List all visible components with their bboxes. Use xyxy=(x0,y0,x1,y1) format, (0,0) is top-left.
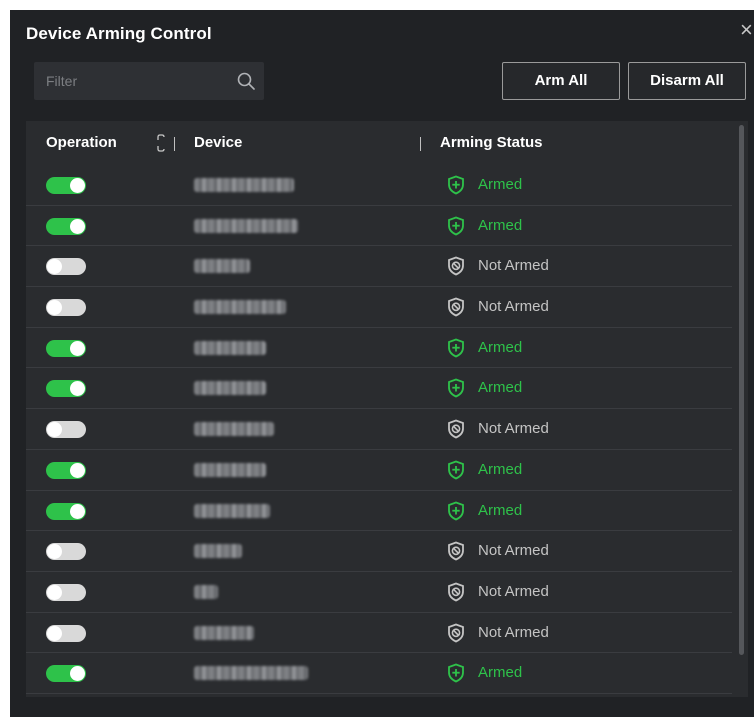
arming-toggle[interactable] xyxy=(46,339,86,357)
arming-status-text: Armed xyxy=(478,338,523,356)
arming-toggle[interactable] xyxy=(46,461,86,479)
column-separator[interactable] xyxy=(174,137,175,151)
toggle-knob xyxy=(70,666,85,682)
arming-toggle[interactable] xyxy=(46,299,86,317)
search-icon[interactable] xyxy=(236,71,256,91)
device-name-redacted xyxy=(194,381,266,396)
shield-plus-icon xyxy=(448,175,464,195)
shield-plus-icon xyxy=(448,663,464,683)
arming-toggle[interactable] xyxy=(46,258,86,276)
device-name-redacted xyxy=(194,625,254,640)
arming-toggle[interactable] xyxy=(46,502,86,520)
device-arming-control-dialog: Device Arming Control × Arm All Disarm A… xyxy=(10,10,754,717)
toggle-knob xyxy=(70,503,85,519)
shield-disabled-icon xyxy=(448,256,464,276)
table-row: Armed xyxy=(26,450,732,491)
shield-plus-icon xyxy=(448,501,464,520)
shield-disabled-icon xyxy=(448,623,464,643)
arming-status-text: Armed xyxy=(478,379,523,397)
table-row: Armed xyxy=(26,368,732,410)
arming-toggle[interactable] xyxy=(46,217,86,235)
toggle-knob xyxy=(70,381,85,397)
arming-toggle[interactable] xyxy=(46,380,86,398)
table-row: Armed xyxy=(26,653,732,694)
disarm-all-button[interactable]: Disarm All xyxy=(628,62,746,100)
column-separator[interactable] xyxy=(420,137,421,151)
table-row: Armed xyxy=(26,206,732,247)
column-header-device[interactable]: Device xyxy=(194,121,242,165)
table-header: Operation Device Arming Status xyxy=(26,121,732,165)
device-name-redacted xyxy=(194,544,242,559)
table-row: Not Armed xyxy=(26,287,732,328)
arming-status-text: Armed xyxy=(478,460,523,478)
column-header-operation[interactable]: Operation xyxy=(46,121,117,165)
arming-status-text: Armed xyxy=(478,664,523,682)
arming-toggle[interactable] xyxy=(46,665,86,683)
toggle-knob xyxy=(70,462,85,478)
toggle-knob xyxy=(47,422,62,438)
arming-toggle[interactable] xyxy=(46,177,86,194)
vertical-scrollbar[interactable] xyxy=(739,125,744,655)
table-row: Not Armed xyxy=(26,613,732,654)
shield-plus-icon xyxy=(448,378,464,398)
shield-disabled-icon xyxy=(448,419,464,439)
table-row: Not Armed xyxy=(26,572,732,613)
table-row: Armed xyxy=(26,491,732,532)
arming-status-text: Not Armed xyxy=(478,582,549,600)
shield-disabled-icon xyxy=(448,297,464,317)
toggle-knob xyxy=(47,544,62,560)
arming-toggle[interactable] xyxy=(46,543,86,561)
toggle-knob xyxy=(47,584,62,600)
table-row: Not Armed xyxy=(26,409,732,450)
table-row: Armed xyxy=(26,328,732,369)
toggle-knob xyxy=(70,178,85,193)
toggle-knob xyxy=(47,300,62,316)
table-row: Not Armed xyxy=(26,531,732,572)
sort-icon[interactable] xyxy=(156,133,166,153)
arming-toggle[interactable] xyxy=(46,421,86,439)
device-name-redacted xyxy=(194,218,298,233)
shield-disabled-icon xyxy=(448,582,464,602)
close-icon[interactable]: × xyxy=(740,18,754,42)
arming-status-text: Armed xyxy=(478,501,523,519)
device-name-redacted xyxy=(194,259,250,274)
arming-status-text: Not Armed xyxy=(478,623,549,641)
column-header-arming-status[interactable]: Arming Status xyxy=(440,121,543,165)
shield-plus-icon xyxy=(448,338,464,358)
table-row: Not Armed xyxy=(26,246,732,288)
toggle-knob xyxy=(70,218,85,234)
filter-input[interactable] xyxy=(34,62,224,100)
device-name-redacted xyxy=(194,340,266,355)
device-name-redacted xyxy=(194,503,270,518)
device-table: Operation Device Arming Status Armed Arme… xyxy=(26,121,748,697)
filter-field xyxy=(34,62,264,100)
arming-status-text: Not Armed xyxy=(478,542,549,560)
shield-disabled-icon xyxy=(448,541,464,561)
arming-toggle[interactable] xyxy=(46,583,86,601)
table-body: Armed Armed Not Armed Not Armed Armed Armed No… xyxy=(26,165,732,694)
shield-plus-icon xyxy=(448,460,464,480)
device-name-redacted xyxy=(194,422,274,437)
arming-status-text: Not Armed xyxy=(478,298,549,316)
toggle-knob xyxy=(47,625,62,641)
toggle-knob xyxy=(47,259,62,275)
device-name-redacted xyxy=(194,462,266,477)
arming-toggle[interactable] xyxy=(46,624,86,642)
arming-status-text: Not Armed xyxy=(478,420,549,438)
device-name-redacted xyxy=(194,300,286,315)
toggle-knob xyxy=(70,340,85,356)
arming-status-text: Not Armed xyxy=(478,257,549,275)
dialog-title: Device Arming Control xyxy=(26,24,212,43)
table-row: Armed xyxy=(26,165,732,206)
device-name-redacted xyxy=(194,178,294,192)
device-name-redacted xyxy=(194,666,308,681)
shield-plus-icon xyxy=(448,216,464,236)
arming-status-text: Armed xyxy=(478,216,523,234)
arming-status-text: Armed xyxy=(478,176,523,193)
device-name-redacted xyxy=(194,584,218,599)
arm-all-button[interactable]: Arm All xyxy=(502,62,620,100)
